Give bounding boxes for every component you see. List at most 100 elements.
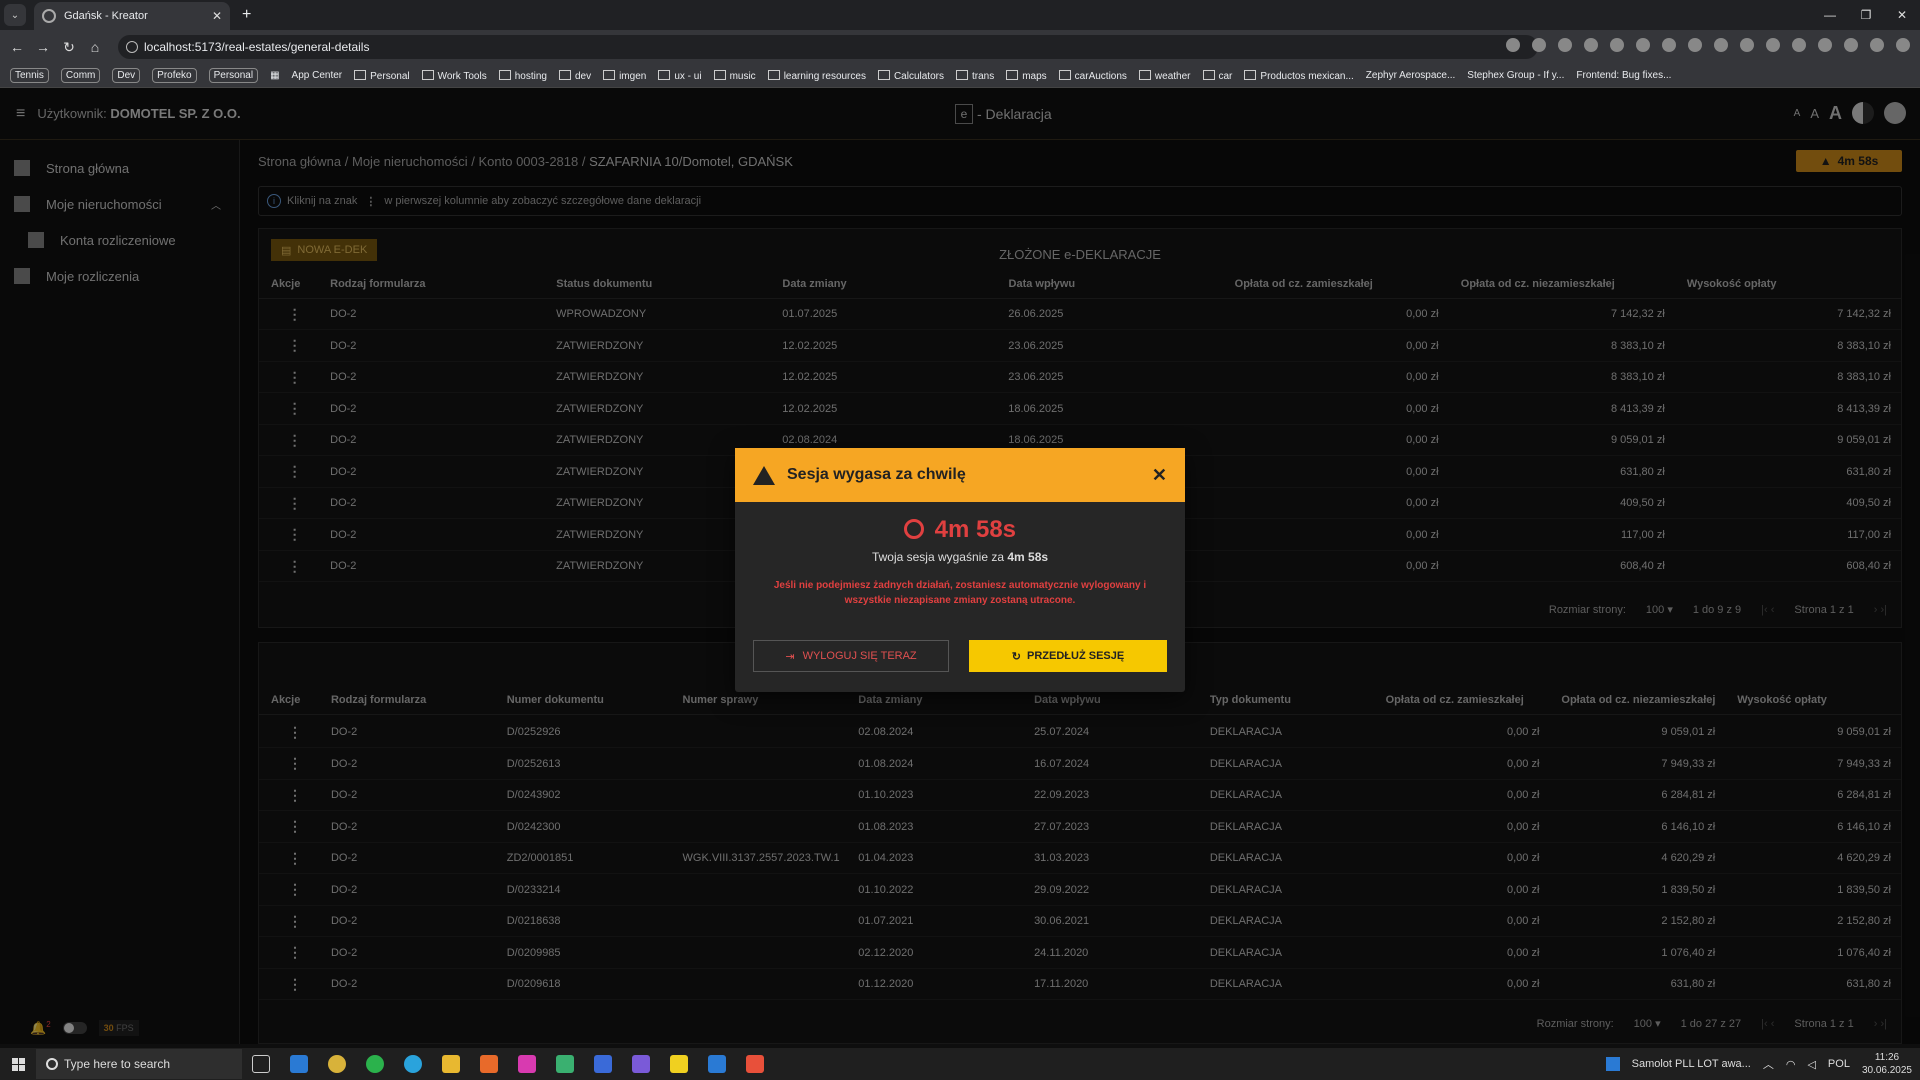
bookmark-folder[interactable]: Calculators	[878, 70, 944, 82]
extension-icon[interactable]	[1688, 38, 1702, 52]
chrome-icon[interactable]	[318, 1049, 356, 1079]
bookmark-folder[interactable]: Personal	[354, 70, 409, 82]
extension-icon[interactable]	[1532, 38, 1546, 52]
modal-header: Sesja wygasa za chwilę ✕	[735, 448, 1185, 502]
extension-icon[interactable]	[1558, 38, 1572, 52]
modal-title: Sesja wygasa za chwilę	[787, 466, 966, 483]
taskbar-search[interactable]: Type here to search	[36, 1049, 242, 1079]
bookmark-folder[interactable]: car	[1203, 70, 1233, 82]
app-icon[interactable]	[698, 1049, 736, 1079]
logout-label: WYLOGUJ SIĘ TERAZ	[802, 650, 917, 662]
url-field[interactable]: localhost:5173/real-estates/general-deta…	[118, 35, 1538, 59]
bookmark-folder[interactable]: Work Tools	[422, 70, 487, 82]
tab-favicon-icon	[42, 9, 56, 23]
app-icon[interactable]	[584, 1049, 622, 1079]
tab-search-button[interactable]: ⌄	[4, 4, 26, 26]
bookmark[interactable]: Frontend: Bug fixes...	[1576, 70, 1671, 81]
bookmark[interactable]: Zephyr Aerospace...	[1366, 70, 1456, 81]
start-button[interactable]	[0, 1057, 36, 1071]
url-text: localhost:5173/real-estates/general-deta…	[144, 40, 370, 54]
app-icon[interactable]	[508, 1049, 546, 1079]
whatsapp-icon[interactable]	[356, 1049, 394, 1079]
extensions-area	[1506, 38, 1910, 52]
extension-icon[interactable]	[1714, 38, 1728, 52]
bookmark-folder[interactable]: hosting	[499, 70, 547, 82]
site-info-icon[interactable]	[126, 41, 138, 53]
modal-actions: ⇥ WYLOGUJ SIĘ TERAZ ↻ PRZEDŁUŻ SESJĘ	[753, 640, 1167, 672]
task-view-icon[interactable]	[242, 1049, 280, 1079]
extension-icon[interactable]	[1896, 38, 1910, 52]
bookmark-folder[interactable]: Productos mexican...	[1244, 70, 1353, 82]
browser-tab[interactable]: Gdańsk - Kreator ✕	[34, 2, 230, 30]
modal-warning-line: Jeśli nie podejmiesz żadnych działań, zo…	[773, 580, 1147, 591]
explorer-icon[interactable]	[432, 1049, 470, 1079]
vscode-icon[interactable]	[280, 1049, 318, 1079]
bookmark-chip[interactable]: Comm	[60, 68, 101, 83]
close-window-button[interactable]: ✕	[1884, 0, 1920, 30]
modal-warning-line: wszystkie niezapisane zmiany zostaną utr…	[844, 595, 1076, 606]
bookmark-chip[interactable]: Profeko	[152, 68, 197, 83]
new-tab-button[interactable]: +	[242, 6, 251, 24]
extend-session-button[interactable]: ↻ PRZEDŁUŻ SESJĘ	[969, 640, 1167, 672]
bookmark-chip[interactable]: Tennis	[10, 68, 49, 83]
logout-now-button[interactable]: ⇥ WYLOGUJ SIĘ TERAZ	[753, 640, 949, 672]
browser-tab-bar: ⌄ Gdańsk - Kreator ✕ + — ❐ ✕	[0, 0, 1920, 30]
extension-icon[interactable]	[1766, 38, 1780, 52]
bookmark-folder[interactable]: ux - ui	[658, 70, 701, 82]
close-icon[interactable]: ✕	[1152, 465, 1167, 486]
clock-icon	[903, 519, 924, 539]
sticky-notes-icon[interactable]	[660, 1049, 698, 1079]
bookmark-chip[interactable]: Dev	[112, 68, 141, 83]
extension-icon[interactable]	[1870, 38, 1884, 52]
notification-app-icon[interactable]	[1605, 1057, 1620, 1071]
chevron-up-icon[interactable]: ︿	[1763, 1056, 1774, 1072]
extension-icon[interactable]	[1610, 38, 1624, 52]
extension-icon[interactable]	[1506, 38, 1520, 52]
extension-icon[interactable]	[1844, 38, 1858, 52]
bookmark-folder[interactable]: imgen	[603, 70, 646, 82]
reload-button[interactable]: ↻	[56, 39, 82, 56]
extension-icon[interactable]	[1636, 38, 1650, 52]
app-icon[interactable]	[622, 1049, 660, 1079]
refresh-icon: ↻	[1011, 650, 1022, 663]
clock-date: 30.06.2025	[1861, 1065, 1912, 1076]
search-placeholder: Type here to search	[64, 1057, 171, 1071]
extension-icon[interactable]	[1584, 38, 1598, 52]
bookmark-folder[interactable]: maps	[1006, 70, 1046, 82]
bookmark[interactable]: Stephex Group - If y...	[1467, 70, 1564, 81]
logout-icon: ⇥	[785, 650, 795, 663]
tab-close-icon[interactable]: ✕	[212, 9, 222, 23]
forward-button[interactable]: →	[30, 39, 56, 55]
bookmark-folder[interactable]: carAuctions	[1059, 70, 1127, 82]
wifi-icon[interactable]: ◠	[1786, 1058, 1796, 1071]
bookmarks-bar: Tennis Comm Dev Profeko Personal ▦ App C…	[0, 64, 1920, 88]
volume-icon[interactable]: ◁	[1807, 1058, 1815, 1071]
bookmark-folder[interactable]: weather	[1139, 70, 1191, 82]
extension-icon[interactable]	[1740, 38, 1754, 52]
apps-grid-icon[interactable]: ▦	[270, 70, 279, 81]
bookmark-folder[interactable]: learning resources	[768, 70, 866, 82]
home-button[interactable]: ⌂	[82, 39, 108, 55]
bookmark-folder[interactable]: dev	[559, 70, 591, 82]
bookmark[interactable]: App Center	[292, 70, 343, 81]
extension-icon[interactable]	[1818, 38, 1832, 52]
app-icon[interactable]	[546, 1049, 584, 1079]
extension-icon[interactable]	[1662, 38, 1676, 52]
back-button[interactable]: ←	[4, 39, 30, 55]
bookmark-folder[interactable]: music	[714, 70, 756, 82]
bookmark-folder[interactable]: trans	[956, 70, 994, 82]
app-icon[interactable]	[470, 1049, 508, 1079]
figma-icon[interactable]	[736, 1049, 774, 1079]
taskbar-clock[interactable]: 11:26 30.06.2025	[1862, 1051, 1912, 1077]
telegram-icon[interactable]	[394, 1049, 432, 1079]
maximize-button[interactable]: ❐	[1848, 0, 1884, 30]
address-bar: ← → ↻ ⌂ localhost:5173/real-estates/gene…	[0, 30, 1920, 64]
modal-subtitle-text: Twoja sesja wygaśnie za	[871, 550, 1005, 564]
extension-icon[interactable]	[1792, 38, 1806, 52]
tab-title: Gdańsk - Kreator	[64, 10, 148, 22]
minimize-button[interactable]: —	[1812, 0, 1848, 30]
bookmark-chip[interactable]: Personal	[208, 68, 259, 83]
tray-notification-text[interactable]: Samolot PLL LOT awa...	[1632, 1058, 1751, 1070]
language-indicator[interactable]: POL	[1828, 1058, 1850, 1070]
session-expiry-modal: Sesja wygasa za chwilę ✕ 4m 58s Twoja se…	[735, 448, 1185, 692]
